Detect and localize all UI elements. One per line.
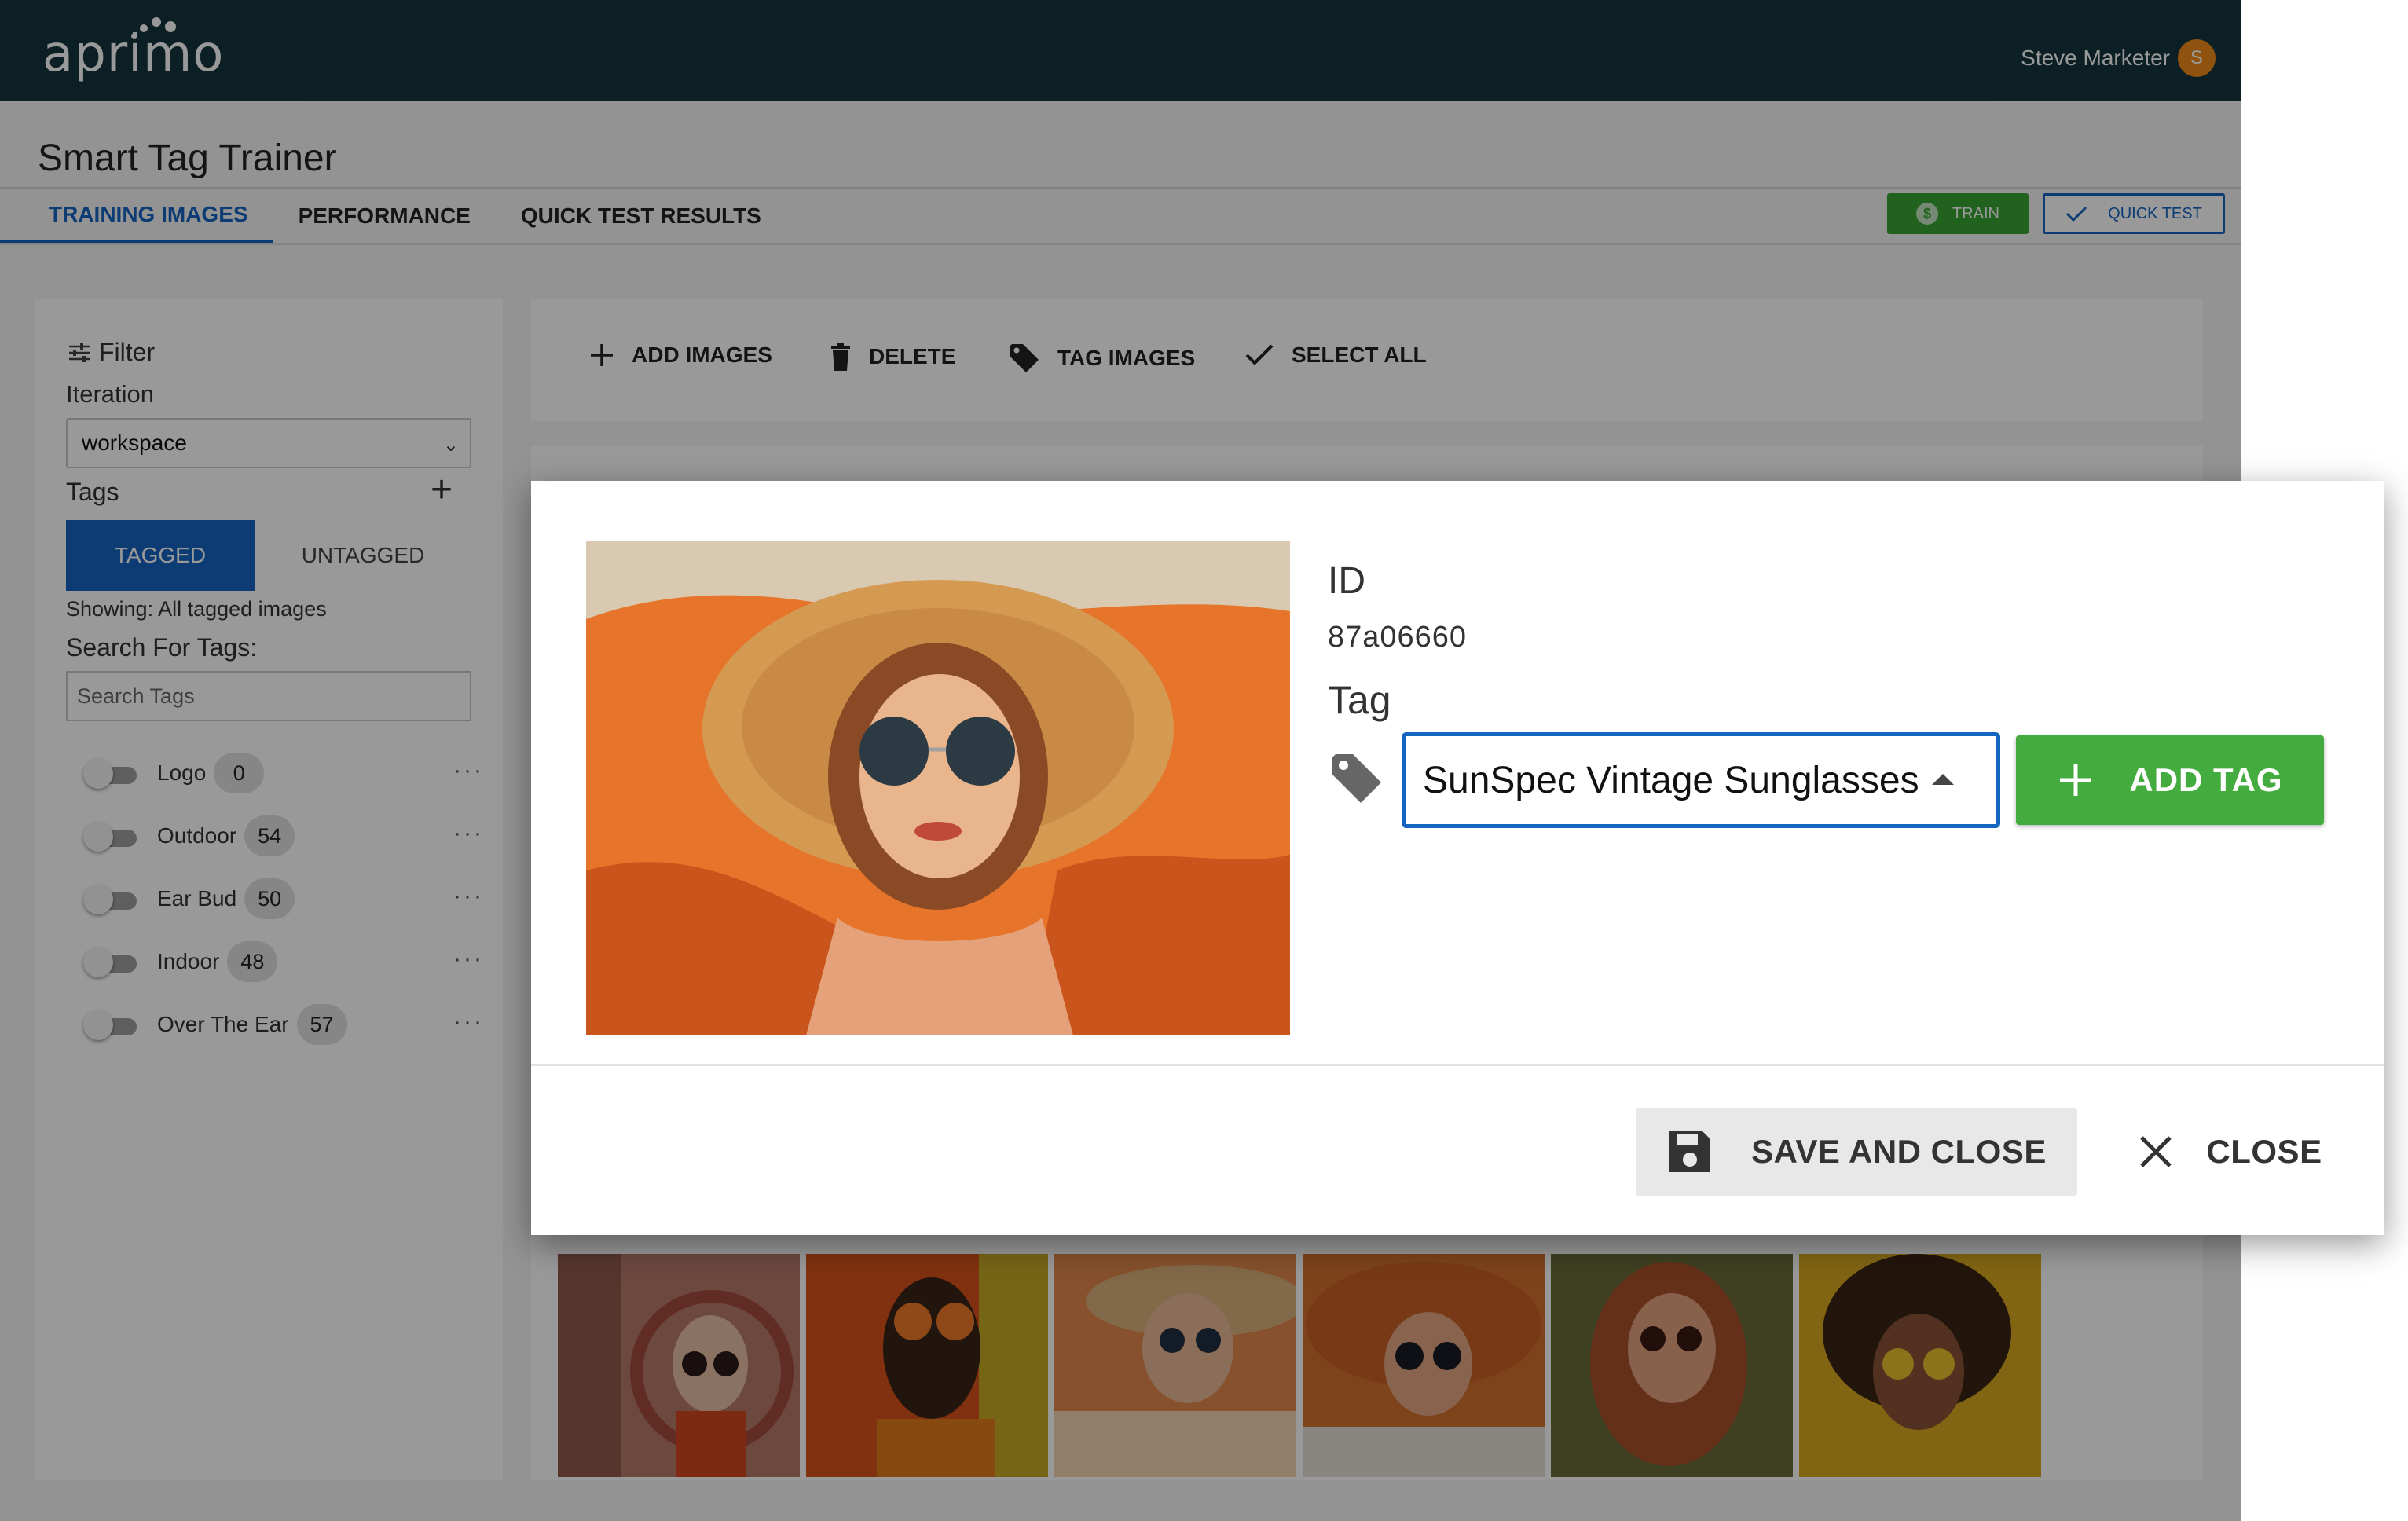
close-label: CLOSE — [2206, 1133, 2322, 1170]
tag-label: Tag — [1328, 678, 1391, 722]
close-button[interactable]: CLOSE — [2120, 1108, 2340, 1196]
tag-icon — [1332, 754, 1381, 803]
close-icon — [2140, 1136, 2172, 1167]
tag-image-dialog: ID 87a06660 Tag SunSpec Vintage Sunglass… — [531, 481, 2384, 1235]
dialog-image-preview — [586, 541, 1290, 1035]
save-and-close-label: SAVE AND CLOSE — [1751, 1133, 2047, 1170]
caret-up-icon — [1932, 774, 1954, 785]
save-and-close-button[interactable]: SAVE AND CLOSE — [1636, 1108, 2077, 1196]
plus-icon — [2060, 764, 2092, 796]
add-tag-button[interactable]: ADD TAG — [2016, 735, 2324, 825]
tag-select[interactable]: SunSpec Vintage Sunglasses — [1402, 732, 2000, 828]
save-icon — [1669, 1131, 1711, 1172]
id-label: ID — [1328, 560, 1365, 602]
tag-select-value: SunSpec Vintage Sunglasses — [1423, 759, 1919, 801]
id-value: 87a06660 — [1328, 621, 1468, 654]
dialog-divider — [531, 1064, 2384, 1066]
add-tag-label: ADD TAG — [2129, 761, 2283, 798]
